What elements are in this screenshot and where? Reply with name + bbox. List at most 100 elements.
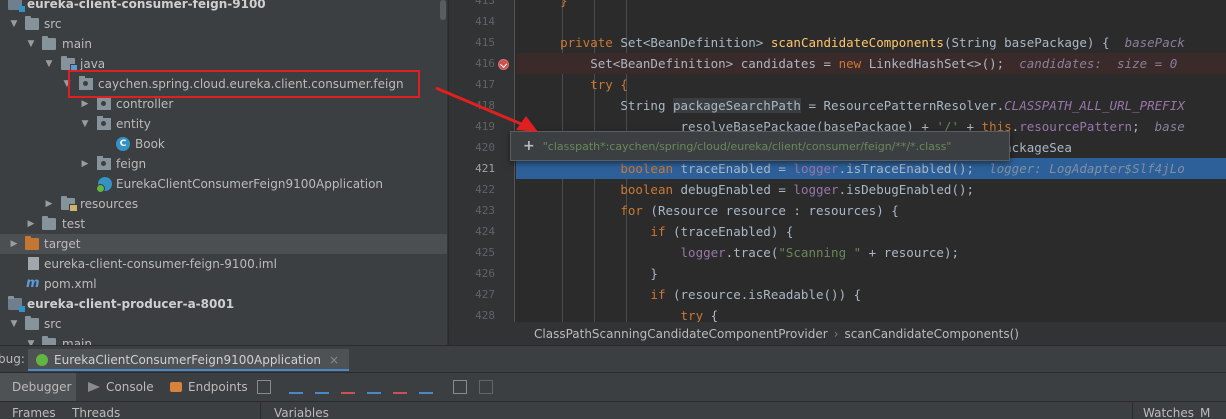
chevron-right-icon[interactable]: ▶ <box>25 214 37 234</box>
source-folder-icon <box>61 56 78 72</box>
folder-icon <box>42 36 56 50</box>
line-number: 422 <box>475 183 495 196</box>
tree-item-application[interactable]: EurekaClientConsumerFeign9100Application <box>0 174 447 194</box>
code-line-428: try { <box>680 308 719 322</box>
breadcrumb-method[interactable]: scanCandidateComponents() <box>845 327 1019 341</box>
spring-boot-class-icon <box>96 177 112 193</box>
maven-icon: m <box>26 276 40 291</box>
chevron-down-icon[interactable]: ▼ <box>8 14 20 34</box>
class-icon: C <box>116 137 130 151</box>
chevron-right-icon[interactable]: ▶ <box>8 234 20 254</box>
watches-more: M <box>1200 406 1211 419</box>
annotation-arrow-icon <box>435 86 538 132</box>
project-tree-panel: eureka-client-consumer-feign-9100 ▼ src … <box>0 0 448 345</box>
trace-icon[interactable] <box>479 380 493 394</box>
code-line-418: String packageSearchPath = ResourcePatte… <box>620 98 1185 113</box>
code-line-423: for (Resource resource : resources) { <box>620 203 899 218</box>
watches-header[interactable]: Watches <box>1143 402 1194 419</box>
tree-item-pom[interactable]: m pom.xml <box>0 274 447 294</box>
chevron-down-icon[interactable]: ▼ <box>79 114 91 134</box>
code-editor[interactable]: } private Set<BeanDefinition> scanCandid… <box>516 0 1226 322</box>
breadcrumb-separator: › <box>833 327 839 341</box>
tree-item-book[interactable]: C Book <box>0 134 447 154</box>
module-icon <box>8 296 25 312</box>
pane-divider[interactable] <box>1132 402 1133 419</box>
tree-item-target[interactable]: ▶ target <box>0 234 447 254</box>
breadcrumb-class[interactable]: ClassPathScanningCandidateComponentProvi… <box>534 327 828 341</box>
line-number: 421 <box>475 162 495 175</box>
debug-session-tab[interactable]: EurekaClientConsumerFeign9100Application… <box>28 349 350 371</box>
chevron-down-icon[interactable]: ▼ <box>43 54 55 74</box>
package-icon <box>97 116 111 130</box>
code-line-415: private Set<BeanDefinition> scanCandidat… <box>560 35 1185 50</box>
resources-folder-icon <box>61 196 78 212</box>
tree-item-test[interactable]: ▶ test <box>0 214 447 234</box>
step-out-icon[interactable] <box>367 380 381 394</box>
run-to-cursor-icon[interactable] <box>419 380 433 394</box>
line-number: 415 <box>475 36 495 49</box>
tree-item-src-2[interactable]: ▼ src <box>0 314 447 334</box>
module-file-icon <box>28 257 39 270</box>
excluded-folder-icon <box>25 236 39 250</box>
evaluate-expression-icon[interactable] <box>453 380 467 394</box>
debugger-toolbar: Debugger Console Endpoints <box>0 372 1226 402</box>
package-icon <box>97 96 111 110</box>
variable-value-tooltip[interactable]: + "classpath*:caychen/spring/cloud/eureka… <box>510 131 1010 161</box>
debug-label: bug: <box>0 352 25 366</box>
force-step-into-icon[interactable] <box>341 380 355 394</box>
code-line-427: if (resource.isReadable()) { <box>650 287 862 302</box>
spring-run-icon <box>36 354 48 366</box>
tab-debugger[interactable]: Debugger <box>0 373 76 402</box>
tree-item-feign[interactable]: ▶ feign <box>0 154 447 174</box>
breadcrumb: ClassPathScanningCandidateComponentProvi… <box>449 322 1226 345</box>
variables-header[interactable]: Variables <box>274 402 329 419</box>
debugger-panes: Frames Threads Variables Watches M <box>0 401 1226 419</box>
tree-item-main[interactable]: ▼ main <box>0 34 447 54</box>
debug-session-bar: bug: EurekaClientConsumerFeign9100Applic… <box>0 345 1226 372</box>
chevron-down-icon[interactable]: ▼ <box>8 314 20 334</box>
chevron-right-icon[interactable]: ▶ <box>43 194 55 214</box>
close-icon[interactable]: × <box>329 353 339 367</box>
tab-console[interactable]: Console <box>88 373 158 402</box>
code-line-417: try { <box>590 77 628 92</box>
chevron-right-icon[interactable]: ▶ <box>79 154 91 174</box>
line-number: 427 <box>475 288 495 301</box>
pane-divider[interactable] <box>260 402 261 419</box>
tree-item-module-producer[interactable]: eureka-client-producer-a-8001 <box>0 294 447 314</box>
code-line-425: logger.trace("Scanning " + resource); <box>680 245 959 260</box>
tree-item-resources[interactable]: ▶ resources <box>0 194 447 214</box>
package-icon <box>97 156 111 170</box>
threads-header[interactable]: Threads <box>72 402 120 419</box>
code-line-416: Set<BeanDefinition> candidates = new Lin… <box>516 53 1226 74</box>
tree-scrollbar[interactable] <box>440 0 446 20</box>
code-line-413: } <box>560 0 568 8</box>
chevron-down-icon[interactable]: ▼ <box>25 34 37 54</box>
folder-icon <box>25 16 39 30</box>
annotation-highlight-box <box>68 70 420 98</box>
tree-item-iml[interactable]: eureka-client-consumer-feign-9100.iml <box>0 254 447 274</box>
frames-header[interactable]: Frames <box>12 402 56 419</box>
tab-endpoints[interactable]: Endpoints <box>170 373 250 402</box>
chevron-down-icon[interactable]: ▼ <box>25 334 37 345</box>
tree-item-module-consumer[interactable]: eureka-client-consumer-feign-9100 <box>0 0 447 14</box>
folder-icon <box>42 216 56 230</box>
module-icon <box>8 0 25 12</box>
step-into-icon[interactable] <box>315 380 329 394</box>
menu-icon[interactable] <box>257 380 271 394</box>
breakpoint-icon[interactable] <box>498 59 509 70</box>
folder-icon <box>25 316 39 330</box>
tree-item-src[interactable]: ▼ src <box>0 14 447 34</box>
code-line-422: boolean debugEnabled = logger.isDebugEna… <box>620 182 975 197</box>
line-number: 414 <box>475 15 495 28</box>
tree-item-main-2[interactable]: ▼ main <box>0 334 447 345</box>
code-line-426: } <box>650 266 658 281</box>
step-over-icon[interactable] <box>289 380 303 394</box>
folder-icon <box>42 336 56 345</box>
endpoints-icon <box>170 382 182 392</box>
drop-frame-icon[interactable] <box>393 380 407 394</box>
code-line-424: if (traceEnabled) { <box>650 224 794 239</box>
line-number: 425 <box>475 246 495 259</box>
tree-item-entity[interactable]: ▼ entity <box>0 114 447 134</box>
line-number: 423 <box>475 204 495 217</box>
